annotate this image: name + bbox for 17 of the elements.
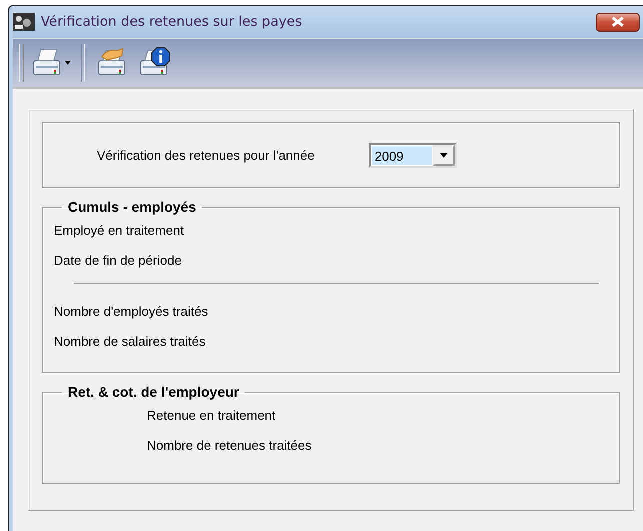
field-label: Employé en traitement [54, 222, 184, 238]
field-label: Date de fin de période [54, 252, 182, 268]
caret-icon [440, 152, 448, 158]
field-label: Nombre de retenues traitées [147, 438, 312, 452]
close-icon [610, 16, 626, 28]
group-title: Ret. & cot. de l'employeur [67, 384, 240, 400]
close-button[interactable] [596, 12, 640, 32]
app-icon [13, 13, 35, 31]
field-label: Nombre d'employés traités [54, 304, 208, 318]
field-label: Nombre de salaires traités [54, 334, 206, 348]
window-title: Vérification des retenues sur les payes [41, 14, 304, 30]
year-label: Vérification des retenues pour l'année [97, 148, 315, 162]
caret-icon [65, 61, 71, 65]
group-title: Cumuls - employés [67, 199, 198, 215]
field-label: Retenue en traitement [147, 408, 276, 422]
dropdown-button[interactable] [432, 144, 455, 166]
year-dropdown[interactable]: 2009 [368, 142, 457, 168]
